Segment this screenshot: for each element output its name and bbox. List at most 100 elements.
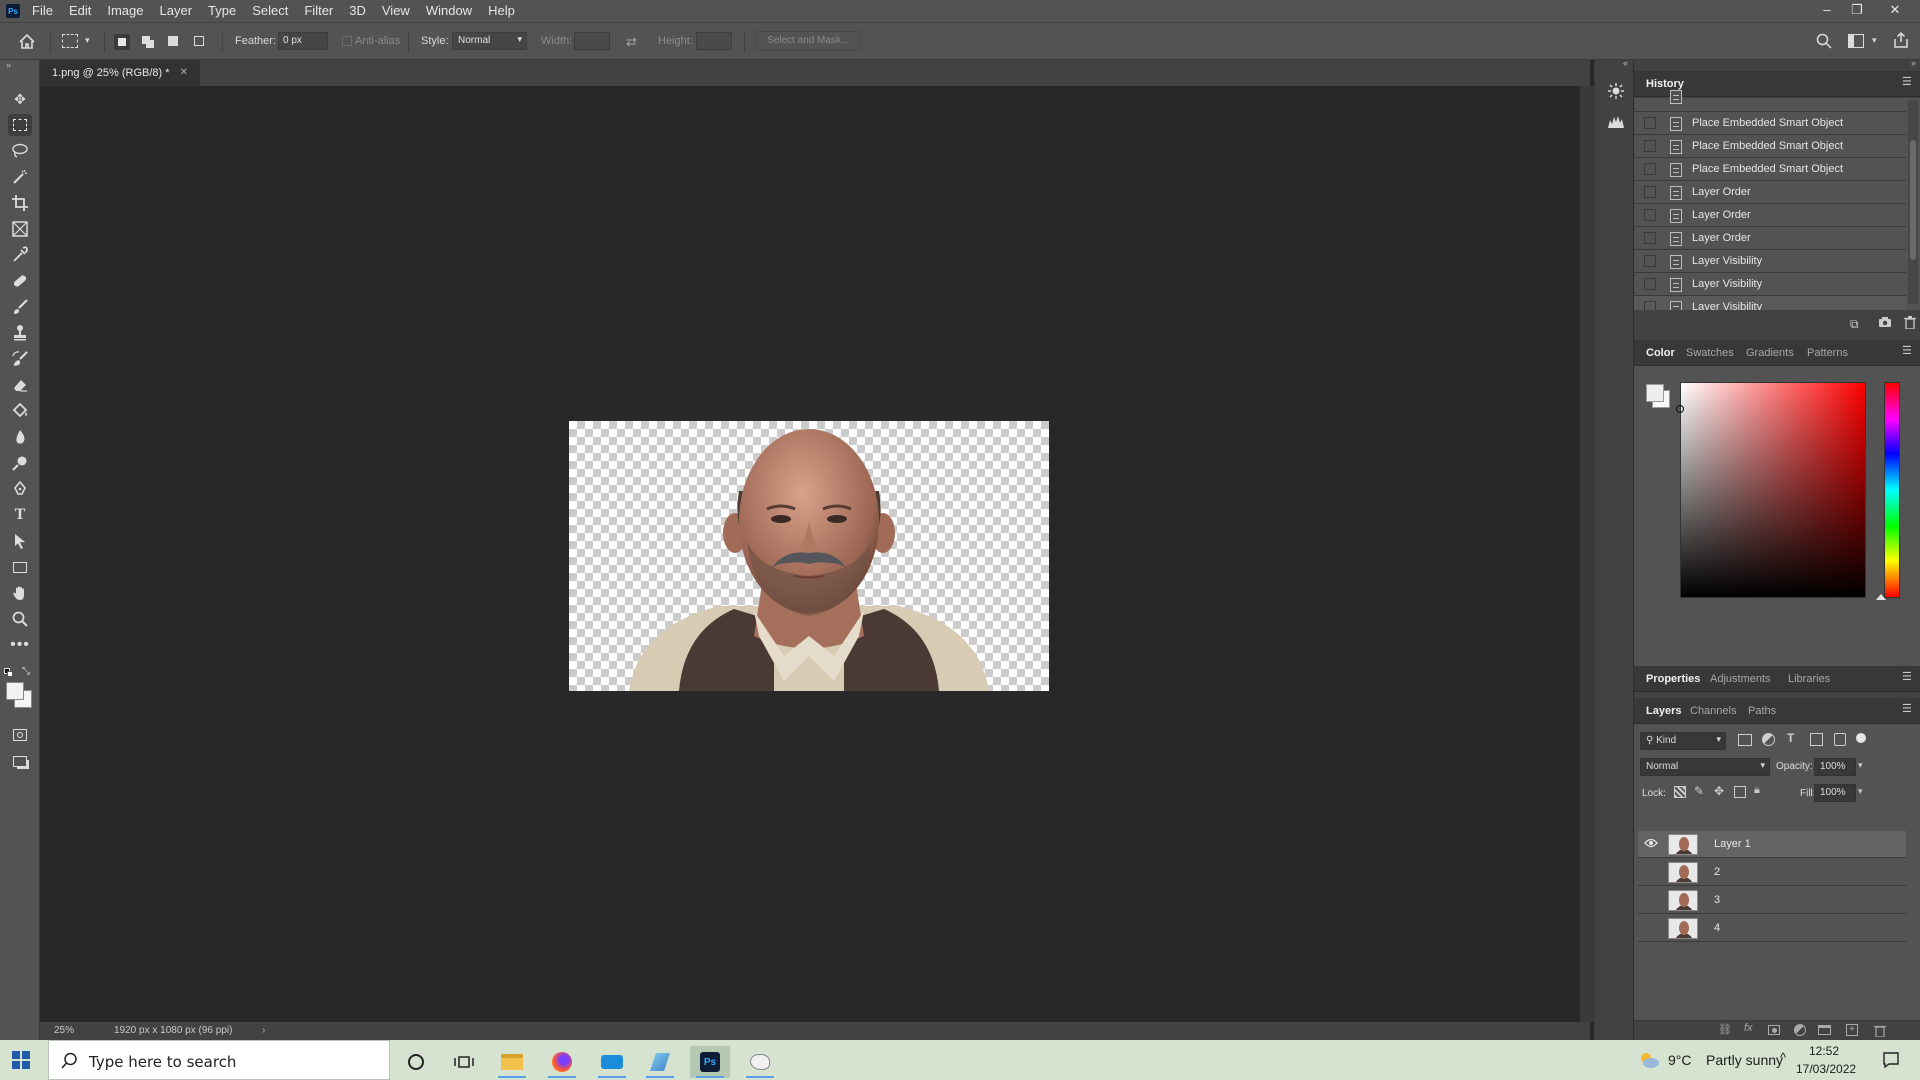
menu-3d[interactable]: 3D [341,0,374,22]
zoom-tool-icon[interactable] [8,608,32,630]
new-group-folder-icon[interactable] [1818,1025,1831,1035]
home-icon[interactable] [16,31,38,53]
healing-brush-tool-icon[interactable] [8,270,32,292]
quick-mask-icon[interactable] [8,724,32,746]
trash-icon[interactable] [1904,316,1916,332]
close-tab-icon[interactable]: ✕ [180,60,188,86]
menu-window[interactable]: Window [418,0,480,22]
antialias-checkbox[interactable] [342,36,352,46]
new-document-from-state-icon[interactable]: ⧉ [1850,317,1859,332]
vertical-scrollbar[interactable] [1580,86,1594,1022]
layer-style-fx-icon[interactable]: fx [1744,1022,1753,1034]
taskbar-search-box[interactable]: Type here to search [48,1040,390,1080]
tab-history[interactable]: History [1638,71,1692,97]
history-menu-icon[interactable]: ☰ [1902,77,1914,89]
eyedropper-tool-icon[interactable] [8,244,32,266]
default-colors-icon[interactable] [4,668,14,678]
app-icon-paint[interactable] [640,1046,680,1078]
properties-menu-icon[interactable]: ☰ [1902,672,1914,684]
file-explorer-icon[interactable] [492,1046,532,1078]
swap-icon[interactable]: ⇄ [626,34,637,50]
menu-layer[interactable]: Layer [152,0,201,22]
weather-temperature[interactable]: 9°C [1668,1052,1692,1068]
windows-start-icon[interactable] [12,1051,30,1069]
layer-row-layer-1[interactable]: Layer 1 [1638,831,1906,858]
snapshot-camera-icon[interactable] [1878,316,1892,331]
tab-color[interactable]: Color [1638,340,1683,366]
menu-edit[interactable]: Edit [61,0,99,22]
lock-pixels-icon[interactable]: ✎ [1694,784,1704,798]
brightness-panel-icon[interactable] [1607,82,1625,100]
crop-tool-icon[interactable] [8,192,32,214]
clone-stamp-tool-icon[interactable] [8,322,32,344]
hue-slider-handle[interactable] [1876,594,1886,600]
lasso-tool-icon[interactable] [8,140,32,162]
layers-menu-icon[interactable]: ☰ [1902,704,1914,716]
select-and-mask-button[interactable]: Select and Mask... [756,31,861,51]
swap-colors-icon[interactable]: ⤡ [22,666,30,677]
brush-tool-icon[interactable] [8,296,32,318]
layer-row-4[interactable]: 4 [1638,915,1906,942]
canvas-area[interactable] [40,86,1590,1022]
app-icon-blue[interactable] [592,1046,632,1078]
tab-swatches[interactable]: Swatches [1678,340,1742,366]
zoom-level[interactable]: 25% [54,1025,74,1036]
eye-hidden-icon[interactable] [1644,866,1658,878]
color-menu-icon[interactable]: ☰ [1902,346,1914,358]
blend-mode-select[interactable]: Normal ▾ [1640,758,1770,776]
task-view-icon[interactable] [444,1046,484,1078]
history-row[interactable]: Place Embedded Smart Object [1634,158,1906,181]
history-row[interactable]: Place Embedded Smart Object [1634,112,1906,135]
history-brush-tool-icon[interactable] [8,348,32,370]
marquee-preset-icon[interactable] [62,34,78,48]
tab-libraries[interactable]: Libraries [1780,666,1838,692]
history-scrollbar[interactable] [1908,100,1918,304]
history-row[interactable]: Layer Order [1634,204,1906,227]
width-input[interactable] [574,32,610,50]
dodge-tool-icon[interactable] [8,452,32,474]
menu-select[interactable]: Select [244,0,296,22]
cortana-icon[interactable] [396,1046,436,1078]
delete-layer-trash-icon[interactable] [1874,1024,1886,1040]
filter-shape-icon[interactable] [1810,733,1823,746]
document-canvas[interactable] [569,421,1049,691]
photoshop-taskbar-icon[interactable]: Ps [690,1046,730,1078]
filter-toggle-icon[interactable] [1856,733,1866,743]
chevron-right-icon[interactable]: › [262,1025,265,1036]
frame-tool-icon[interactable] [8,218,32,240]
subtract-selection-icon[interactable] [166,34,182,50]
notification-center-icon[interactable] [1882,1051,1900,1069]
document-tab[interactable]: 1.png @ 25% (RGB/8) * ✕ [40,60,200,86]
lock-position-icon[interactable]: ✥ [1714,784,1724,798]
blur-tool-icon[interactable] [8,426,32,448]
new-selection-icon[interactable] [114,34,130,50]
color-picker-cursor[interactable] [1676,405,1684,413]
more-tools-icon[interactable]: ••• [8,634,32,656]
tab-paths[interactable]: Paths [1740,698,1784,724]
clock-date[interactable]: 17/03/2022 [1796,1062,1856,1076]
opacity-input[interactable]: 100% [1814,758,1856,776]
tab-patterns[interactable]: Patterns [1799,340,1856,366]
restore-button[interactable]: ❐ [1842,0,1872,22]
workspace-icon[interactable] [1848,34,1864,48]
rectangular-marquee-tool-icon[interactable] [8,114,32,136]
chevron-up-icon[interactable]: ^ [1780,1050,1786,1065]
eye-icon[interactable] [1644,838,1658,850]
firefox-icon[interactable] [542,1046,582,1078]
history-row[interactable]: Layer Visibility [1634,273,1906,296]
minimize-button[interactable]: – [1812,0,1842,22]
history-row[interactable]: Layer Visibility [1634,250,1906,273]
magic-wand-tool-icon[interactable] [8,166,32,188]
new-layer-icon[interactable]: + [1846,1024,1858,1036]
style-select[interactable]: Normal ▾ [452,32,527,50]
lock-all-icon[interactable]: 🔒︎ [1754,784,1760,797]
clock-time[interactable]: 12:52 [1809,1044,1839,1058]
layer-row-2[interactable]: 2 [1638,859,1906,886]
intersect-selection-icon[interactable] [192,34,208,50]
add-mask-icon[interactable] [1768,1025,1780,1035]
screen-mode-icon[interactable] [8,750,32,772]
chevron-down-icon[interactable]: ▾ [1858,786,1863,797]
feather-input[interactable]: 0 px [278,32,328,50]
eraser-tool-icon[interactable] [8,374,32,396]
collapse-toolbar-icon[interactable]: » [6,60,11,70]
